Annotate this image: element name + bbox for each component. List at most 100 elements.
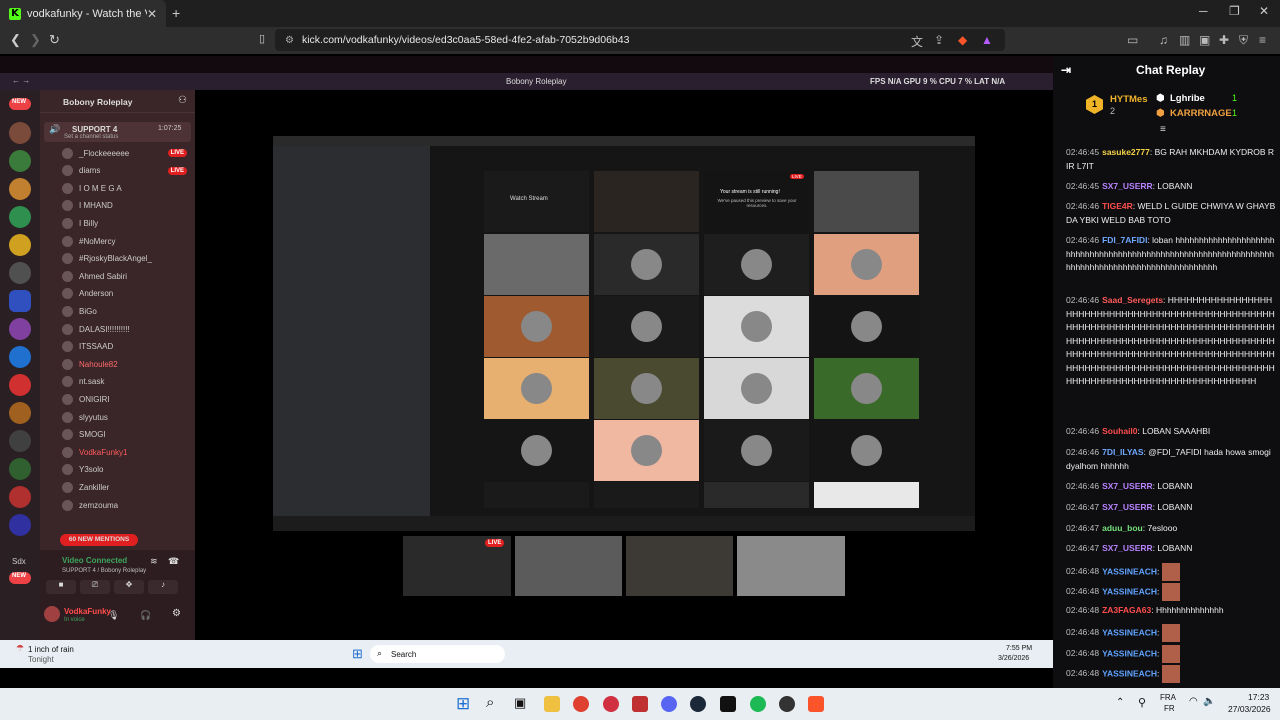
- close-tab-icon[interactable]: ✕: [147, 7, 157, 21]
- participant-tile[interactable]: [515, 536, 622, 596]
- participant-tile[interactable]: [814, 482, 919, 508]
- message-user[interactable]: sasuke2777: [1102, 147, 1150, 157]
- task-view-icon[interactable]: ▣: [514, 695, 526, 711]
- server-icon[interactable]: [9, 122, 31, 144]
- volume-icon[interactable]: 🔈: [1203, 696, 1215, 707]
- participant-tile[interactable]: [594, 482, 699, 508]
- message-user[interactable]: Souhail0: [1102, 426, 1137, 436]
- member-row[interactable]: zemzouma: [40, 498, 195, 512]
- participant-tile[interactable]: [484, 420, 589, 481]
- wallet-icon[interactable]: ▣: [1199, 33, 1210, 47]
- address-bar[interactable]: ⚙ kick.com/vodkafunky/videos/ed3c0aa5-58…: [275, 29, 1005, 51]
- message-user[interactable]: SX7_USERR: [1102, 543, 1153, 553]
- clock-date[interactable]: 27/03/2026: [1228, 704, 1271, 714]
- steam-icon[interactable]: [690, 696, 706, 712]
- server-icon[interactable]: [9, 514, 31, 536]
- expand-leaderboard-icon[interactable]: ≡: [1160, 124, 1166, 135]
- member-row[interactable]: ONIGIRI: [40, 392, 195, 406]
- mic-icon[interactable]: 🎙: [108, 610, 119, 621]
- capcut-icon[interactable]: [720, 696, 736, 712]
- chrome-icon[interactable]: [573, 696, 589, 712]
- share-icon[interactable]: ⇪: [934, 33, 944, 47]
- server-icon[interactable]: [9, 374, 31, 396]
- participant-tile[interactable]: [704, 482, 809, 508]
- share-screen-button[interactable]: ⎚: [80, 580, 110, 594]
- music-icon[interactable]: ♫: [1159, 33, 1168, 47]
- clock-time[interactable]: 17:23: [1248, 692, 1269, 702]
- tray-chevron-icon[interactable]: ⌃: [1116, 697, 1124, 708]
- voice-channel[interactable]: 🔊 SUPPORT 4 1:07:25 Set a channel status: [44, 122, 191, 142]
- search-box[interactable]: ⌕ Search: [370, 645, 505, 663]
- add-member-icon[interactable]: ⚇: [178, 95, 187, 106]
- app-icon[interactable]: [603, 696, 619, 712]
- message-user[interactable]: Saad_Seregets: [1102, 295, 1163, 305]
- participant-tile[interactable]: [484, 296, 589, 357]
- new-mentions-pill[interactable]: 60 NEW MENTIONS: [60, 534, 138, 546]
- sidebar-icon[interactable]: ▭: [1127, 33, 1138, 47]
- maximize-icon[interactable]: ❐: [1229, 4, 1240, 18]
- message-user[interactable]: SX7_USERR: [1102, 181, 1153, 191]
- message-user[interactable]: YASSINEACH: [1102, 586, 1157, 596]
- participant-tile[interactable]: [814, 420, 919, 481]
- member-row[interactable]: #NoMercy: [40, 234, 195, 248]
- server-icon[interactable]: [9, 430, 31, 452]
- message-user[interactable]: YASSINEACH: [1102, 566, 1157, 576]
- message-user[interactable]: SX7_USERR: [1102, 502, 1153, 512]
- stream-thumbnail[interactable]: LIVE: [403, 536, 511, 596]
- site-info-icon[interactable]: ⚙: [285, 35, 294, 46]
- server-icon[interactable]: [9, 262, 31, 284]
- participant-tile[interactable]: [814, 358, 919, 419]
- participant-tile[interactable]: [484, 234, 589, 295]
- message-user[interactable]: TIGE4R: [1102, 201, 1133, 211]
- brave-shields-icon[interactable]: ◆: [958, 33, 967, 47]
- vpn-icon[interactable]: ⛨: [1239, 33, 1248, 48]
- obs-icon[interactable]: [779, 696, 795, 712]
- participant-tile[interactable]: [594, 358, 699, 419]
- participant-tile[interactable]: [814, 296, 919, 357]
- browser-tab[interactable]: K vodkafunky - Watch the VOD ✕: [0, 0, 166, 27]
- server-icon[interactable]: [9, 486, 31, 508]
- server-icon[interactable]: [9, 402, 31, 424]
- member-row[interactable]: diams LIVE: [40, 164, 195, 178]
- server-icon[interactable]: [9, 346, 31, 368]
- spotify-icon[interactable]: [750, 696, 766, 712]
- file-explorer-icon[interactable]: [544, 696, 560, 712]
- participant-tile[interactable]: [737, 536, 845, 596]
- headphones-icon[interactable]: 🎧: [140, 610, 151, 621]
- participant-tile[interactable]: Your stream is still running! We've pause…: [704, 171, 809, 232]
- forward-icon[interactable]: ❯: [30, 32, 41, 48]
- member-row[interactable]: DALASI!!!!!!!!!!: [40, 322, 195, 336]
- minimize-icon[interactable]: ─: [1199, 4, 1208, 18]
- collapse-chat-icon[interactable]: ⇥: [1061, 63, 1071, 77]
- message-user[interactable]: aduu_bou: [1102, 523, 1143, 533]
- app-icon[interactable]: [632, 696, 648, 712]
- message-user[interactable]: YASSINEACH: [1102, 648, 1157, 658]
- start-icon[interactable]: ⊞: [352, 646, 363, 662]
- member-row[interactable]: slyyutus: [40, 410, 195, 424]
- user-avatar[interactable]: [44, 606, 60, 622]
- member-row[interactable]: _Flockeeeeee LIVE: [40, 146, 195, 160]
- wifi-icon[interactable]: ◠: [1189, 696, 1198, 707]
- message-user[interactable]: YASSINEACH: [1102, 668, 1157, 678]
- soundboard-button[interactable]: ♪: [148, 580, 178, 594]
- server-icon[interactable]: [9, 178, 31, 200]
- message-user[interactable]: FDI_7AFIDI: [1102, 235, 1147, 245]
- server-header[interactable]: Bobony Roleplay ⚇: [40, 90, 195, 113]
- activity-button[interactable]: ✥: [114, 580, 144, 594]
- language-indicator[interactable]: FRA: [1160, 693, 1176, 702]
- disconnect-icon[interactable]: ☎: [168, 556, 179, 567]
- member-row[interactable]: BiGo: [40, 304, 195, 318]
- close-window-icon[interactable]: ✕: [1259, 4, 1269, 18]
- translate-icon[interactable]: 文: [911, 33, 923, 50]
- participant-tile[interactable]: [814, 234, 919, 295]
- settings-icon[interactable]: ⚙: [172, 608, 181, 619]
- extensions-icon[interactable]: ✚: [1219, 33, 1229, 47]
- message-user[interactable]: YASSINEACH: [1102, 627, 1157, 637]
- server-icon[interactable]: [9, 290, 31, 312]
- server-icon[interactable]: [9, 234, 31, 256]
- member-row[interactable]: #RjoskyBlackAngel_: [40, 252, 195, 266]
- participant-tile[interactable]: [594, 234, 699, 295]
- member-row[interactable]: Y3solo: [40, 463, 195, 477]
- server-icon[interactable]: [9, 458, 31, 480]
- message-user[interactable]: ZA3FAGA63: [1102, 605, 1151, 615]
